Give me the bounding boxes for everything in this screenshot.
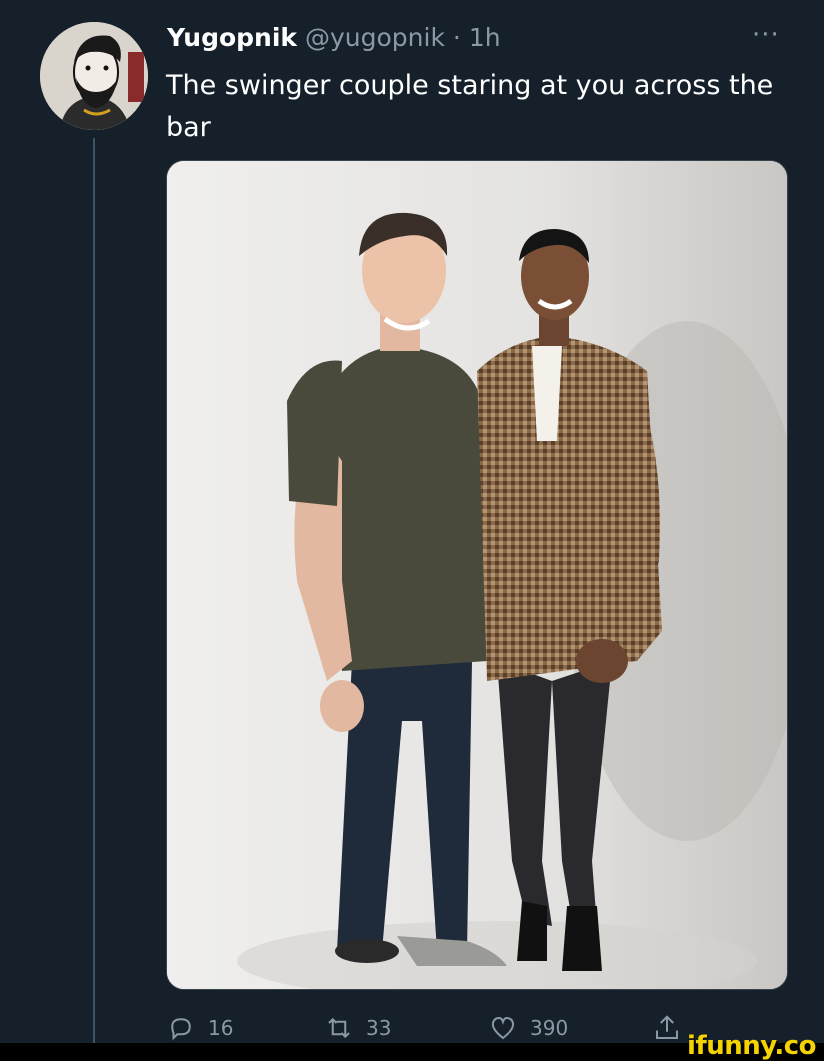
avatar[interactable]: [40, 22, 148, 130]
heart-icon: [491, 1016, 515, 1040]
watermark-logo: ifunny.co: [687, 1031, 816, 1061]
avatar-illustration: [40, 22, 148, 130]
reply-icon: [171, 1018, 191, 1041]
like-count: 390: [530, 1016, 569, 1040]
tweet-text: The swinger couple staring at you across…: [166, 70, 774, 143]
tweet-header: Yugopnik @yugopnik · 1h: [167, 22, 501, 54]
share-button[interactable]: [652, 1008, 682, 1048]
reply-count: 16: [208, 1016, 234, 1040]
retweet-button[interactable]: 33: [324, 1008, 391, 1048]
user-handle[interactable]: @yugopnik: [305, 23, 445, 52]
thread-line: [93, 138, 95, 1043]
reply-button[interactable]: 16: [166, 1008, 233, 1048]
photo-two-people-posing: [167, 161, 787, 989]
more-options-icon[interactable]: ···: [752, 22, 780, 48]
tweet-image[interactable]: [166, 160, 788, 990]
separator-dot: ·: [452, 23, 461, 52]
display-name[interactable]: Yugopnik: [167, 23, 297, 52]
retweet-count: 33: [366, 1016, 392, 1040]
like-button[interactable]: 390: [488, 1008, 568, 1048]
tweet-actions: 16 33 390: [166, 1008, 706, 1048]
share-icon: [656, 1015, 678, 1039]
timestamp[interactable]: 1h: [469, 23, 501, 52]
retweet-icon: [328, 1017, 350, 1039]
